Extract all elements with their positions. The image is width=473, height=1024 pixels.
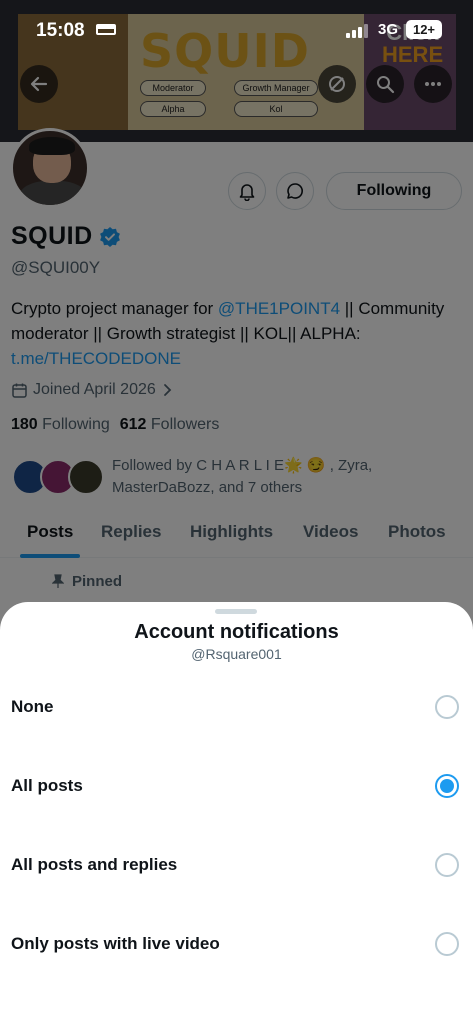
option-live-video-only[interactable]: Only posts with live video: [0, 914, 473, 974]
sheet-drag-handle[interactable]: [215, 609, 257, 614]
option-none[interactable]: None: [0, 677, 473, 737]
status-time: 15:08: [36, 20, 85, 41]
radio-button[interactable]: [435, 932, 459, 956]
signal-icon: [346, 24, 370, 38]
radio-button[interactable]: [435, 695, 459, 719]
option-label: All posts and replies: [11, 855, 178, 874]
sheet-subtitle: @Rsquare001: [191, 646, 282, 662]
option-label: None: [11, 697, 54, 716]
sleep-mode-icon: [96, 24, 116, 35]
option-label: All posts: [11, 776, 83, 795]
status-bar: 15:08 3G 12+: [0, 0, 473, 46]
option-all-posts[interactable]: All posts: [0, 756, 473, 816]
sheet-title: Account notifications: [134, 621, 339, 643]
option-all-posts-and-replies[interactable]: All posts and replies: [0, 835, 473, 895]
radio-button[interactable]: [435, 774, 459, 798]
account-notifications-sheet: Account notifications @Rsquare001 None A…: [0, 602, 473, 1024]
battery-indicator: 12+: [406, 20, 442, 39]
network-type: 3G: [378, 21, 399, 38]
option-label: Only posts with live video: [11, 934, 220, 953]
radio-button[interactable]: [435, 853, 459, 877]
